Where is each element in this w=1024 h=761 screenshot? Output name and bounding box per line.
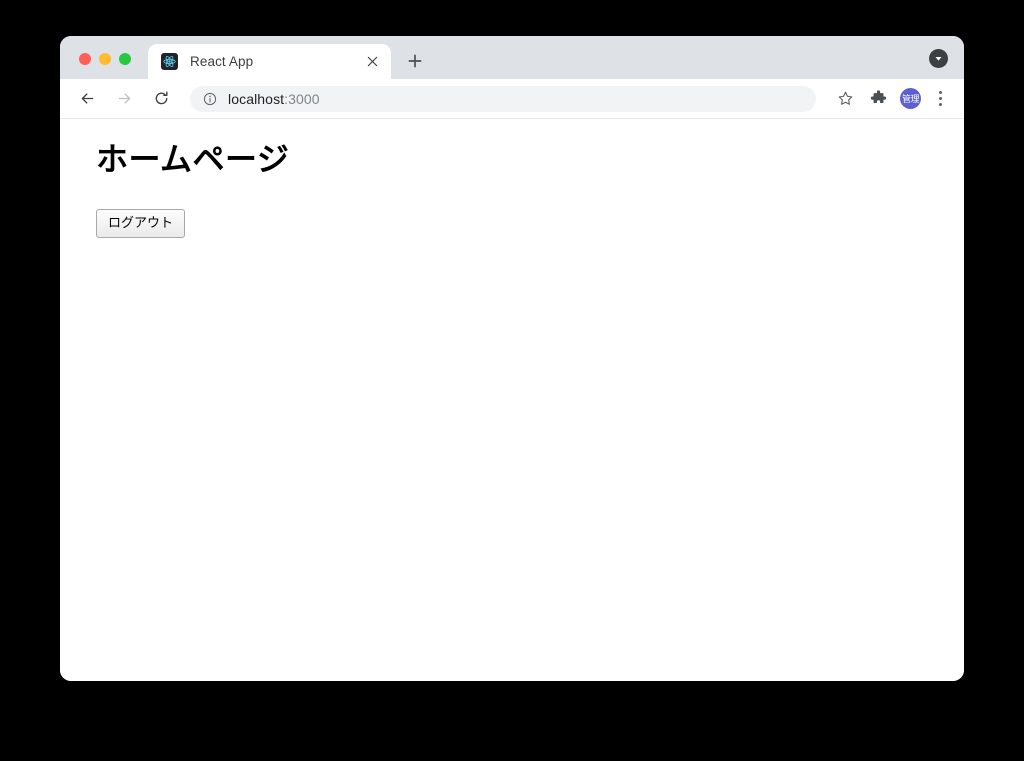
url-port: :3000 xyxy=(284,90,320,107)
menu-dot xyxy=(938,97,942,100)
react-logo-icon xyxy=(161,53,178,70)
browser-tab[interactable]: React App xyxy=(148,44,391,79)
reload-button[interactable] xyxy=(148,86,174,112)
url-host: localhost xyxy=(228,90,285,107)
info-circle-icon[interactable] xyxy=(202,91,217,106)
menu-dot xyxy=(938,91,942,94)
tab-strip: React App xyxy=(60,36,964,79)
screen: React App localhost:3000 管理 ホームページ ログアウト xyxy=(0,0,1024,761)
puzzle-piece-icon[interactable] xyxy=(865,86,891,112)
maximize-window-button[interactable] xyxy=(119,53,131,65)
page-title: ホームページ xyxy=(96,141,290,177)
close-tab-icon[interactable] xyxy=(364,53,381,70)
new-tab-button[interactable] xyxy=(403,49,426,72)
avatar[interactable]: 管理 xyxy=(900,88,921,109)
browser-toolbar: localhost:3000 管理 xyxy=(60,79,964,119)
bookmark-star-icon[interactable] xyxy=(832,86,858,112)
forward-button[interactable] xyxy=(111,86,137,112)
window-controls xyxy=(60,53,131,79)
page-content: ホームページ ログアウト xyxy=(60,119,964,681)
back-button[interactable] xyxy=(74,86,100,112)
menu-dot xyxy=(938,103,942,106)
minimize-window-button[interactable] xyxy=(99,53,111,65)
tab-search-icon[interactable] xyxy=(929,49,948,68)
address-bar[interactable]: localhost:3000 xyxy=(190,85,816,112)
browser-window: React App localhost:3000 管理 ホームページ ログアウト xyxy=(60,36,964,681)
browser-menu-icon[interactable] xyxy=(929,86,951,112)
tab-title: React App xyxy=(190,54,254,69)
close-window-button[interactable] xyxy=(79,53,91,65)
address-bar-text: localhost:3000 xyxy=(228,91,320,107)
logout-button[interactable]: ログアウト xyxy=(96,209,186,239)
